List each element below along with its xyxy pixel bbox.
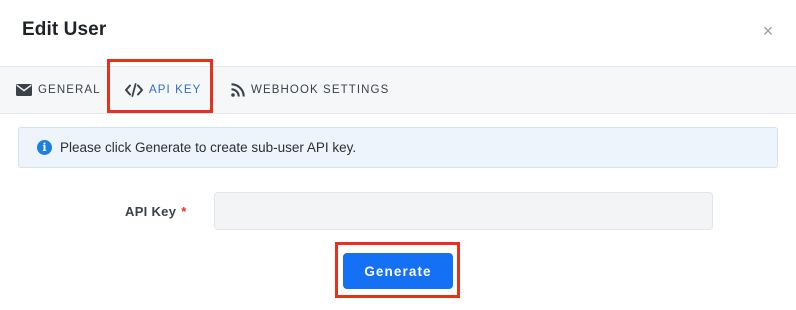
tab-api-key[interactable]: API KEY: [125, 67, 201, 113]
code-icon: [125, 83, 143, 97]
info-icon: i: [37, 140, 52, 155]
api-key-input[interactable]: [214, 192, 713, 230]
required-marker: *: [181, 204, 187, 219]
tab-general[interactable]: GENERAL: [16, 67, 101, 113]
generate-button[interactable]: Generate: [343, 253, 453, 289]
info-alert: i Please click Generate to create sub-us…: [18, 127, 778, 168]
close-button[interactable]: ×: [760, 22, 776, 40]
tab-webhook-settings-label: WEBHOOK SETTINGS: [251, 84, 390, 96]
api-key-label: API Key *: [125, 204, 187, 219]
tab-webhook-settings[interactable]: WEBHOOK SETTINGS: [231, 67, 389, 113]
tab-api-key-label: API KEY: [149, 84, 202, 96]
tab-bar: GENERAL API KEY WEBHOOK SETTINGS: [0, 66, 796, 114]
tab-general-label: GENERAL: [38, 84, 101, 96]
envelope-icon: [16, 84, 32, 96]
rss-icon: [231, 83, 245, 97]
modal-header: Edit User ×: [0, 0, 796, 66]
api-key-label-text: API Key: [125, 204, 177, 219]
modal-title: Edit User: [22, 19, 107, 40]
info-alert-text: Please click Generate to create sub-user…: [60, 140, 357, 155]
